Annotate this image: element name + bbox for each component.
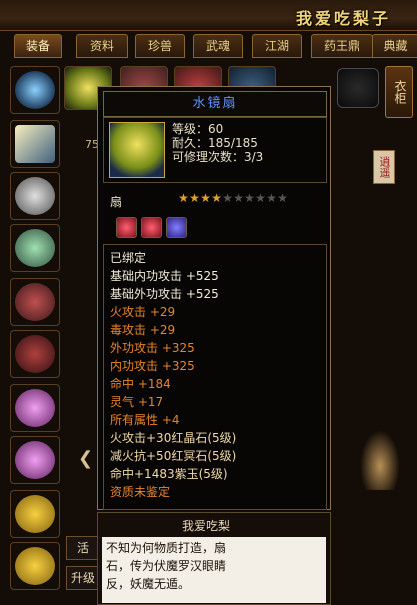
red-gem-icon <box>116 217 137 238</box>
attribute-line: 内功攻击 +325 <box>110 359 195 373</box>
red-gem-icon <box>141 217 162 238</box>
slot-gloves[interactable] <box>10 224 60 272</box>
gem-sockets <box>116 217 191 241</box>
item-name: 水镜扇 <box>103 91 327 117</box>
slot-ring-1[interactable] <box>10 384 60 432</box>
item-stats: 等级：60 耐久：185/185 可修理次数：3/3 <box>172 122 263 164</box>
item-tooltip: 水镜扇 等级：60 耐久：185/185 可修理次数：3/3 扇 ★★★★★★★… <box>97 86 331 510</box>
tab-jianghu[interactable]: 江湖 <box>252 34 302 58</box>
slot-weapon[interactable] <box>10 66 60 114</box>
item-durability: 耐久：185/185 <box>172 136 258 150</box>
attribute-line: 资质未鉴定 <box>110 485 171 499</box>
description-text: 不知为何物质打造，扇 石，传为伏魔罗汉眼睛 反，妖魔无遁。 <box>102 537 326 603</box>
star-icon: ★ <box>244 191 255 205</box>
tab-pets[interactable]: 珍兽 <box>135 34 185 58</box>
slot-ring-2[interactable] <box>10 436 60 484</box>
tab-yaowangding[interactable]: 药王鼎 <box>311 34 373 58</box>
slot-charm-2[interactable] <box>10 542 60 590</box>
attribute-line: 命中+1483紫玉(5级) <box>110 467 228 481</box>
purple-gem-icon <box>166 217 187 238</box>
attribute-line: 外功攻击 +325 <box>110 341 195 355</box>
tab-wuhun[interactable]: 武魂 <box>193 34 243 58</box>
description-title: 我爱吃梨 <box>182 519 231 533</box>
fan-icon <box>109 122 165 178</box>
attribute-list: 已绑定基础内功攻击 +525 基础外功攻击 +525 火攻击 +29 毒攻击 +29 外… <box>103 244 327 510</box>
slot-shoulder[interactable] <box>10 278 60 326</box>
attribute-line: 命中 +184 <box>110 377 171 391</box>
attribute-line: 所有属性 +4 <box>110 413 180 427</box>
attribute-line: 基础外功攻击 +525 <box>110 287 219 301</box>
attribute-line: 毒攻击 +29 <box>110 323 176 337</box>
tab-bar: 装备 资料 珍兽 武魂 江湖 药王鼎 典藏 <box>0 34 417 58</box>
title-bar: 我爱吃梨子 <box>0 0 417 31</box>
slot-charm-1[interactable] <box>10 490 60 538</box>
attribute-line: 基础内功攻击 +525 <box>110 269 219 283</box>
item-type: 扇 <box>110 195 123 209</box>
wardrobe-button[interactable]: 衣柜 <box>385 66 413 118</box>
star-icon: ★ <box>222 191 233 205</box>
bag-icon[interactable] <box>337 68 379 108</box>
star-icon: ★ <box>233 191 244 205</box>
star-icon: ★ <box>277 191 288 205</box>
attribute-line: 已绑定 <box>110 251 147 265</box>
xiaoyao-button[interactable]: 逍遥 <box>373 150 395 184</box>
item-repairs: 可修理次数：3/3 <box>172 150 264 164</box>
slot-bracer[interactable] <box>10 172 60 220</box>
item-info-box: 等级：60 耐久：185/185 可修理次数：3/3 <box>103 117 327 183</box>
star-icon: ★ <box>189 191 200 205</box>
tab-collection[interactable]: 典藏 <box>372 34 417 58</box>
description-line: 石，传为伏魔罗汉眼睛 <box>106 559 227 573</box>
star-icon: ★ <box>211 191 222 205</box>
attribute-line: 灵气 +17 <box>110 395 164 409</box>
star-icon: ★ <box>200 191 211 205</box>
tab-profile[interactable]: 资料 <box>76 34 128 58</box>
star-rating: ★★★★★★★★★★ <box>178 191 288 205</box>
description-line: 反，妖魔无遁。 <box>106 577 191 591</box>
activate-button[interactable]: 活 <box>66 536 100 560</box>
description-panel: 我爱吃梨 不知为何物质打造，扇 石，传为伏魔罗汉眼睛 反，妖魔无遁。 <box>97 512 331 605</box>
item-level: 等级：60 <box>172 122 224 136</box>
slot-amulet[interactable] <box>10 120 60 168</box>
description-line: 不知为何物质打造，扇 <box>106 541 227 555</box>
slot-boots[interactable] <box>10 330 60 378</box>
star-icon: ★ <box>266 191 277 205</box>
upgrade-button[interactable]: 升级 <box>66 566 100 590</box>
attribute-line: 减火抗+50红冥石(5级) <box>110 449 237 463</box>
star-icon: ★ <box>178 191 189 205</box>
arrow-left-icon[interactable]: ❮ <box>78 448 93 469</box>
tab-equipment[interactable]: 装备 <box>14 34 62 58</box>
star-icon: ★ <box>255 191 266 205</box>
attribute-line: 火攻击+30红晶石(5级) <box>110 431 237 445</box>
attribute-line: 火攻击 +29 <box>110 305 176 319</box>
light-glow <box>360 430 400 490</box>
window-title: 我爱吃梨子 <box>295 9 391 28</box>
